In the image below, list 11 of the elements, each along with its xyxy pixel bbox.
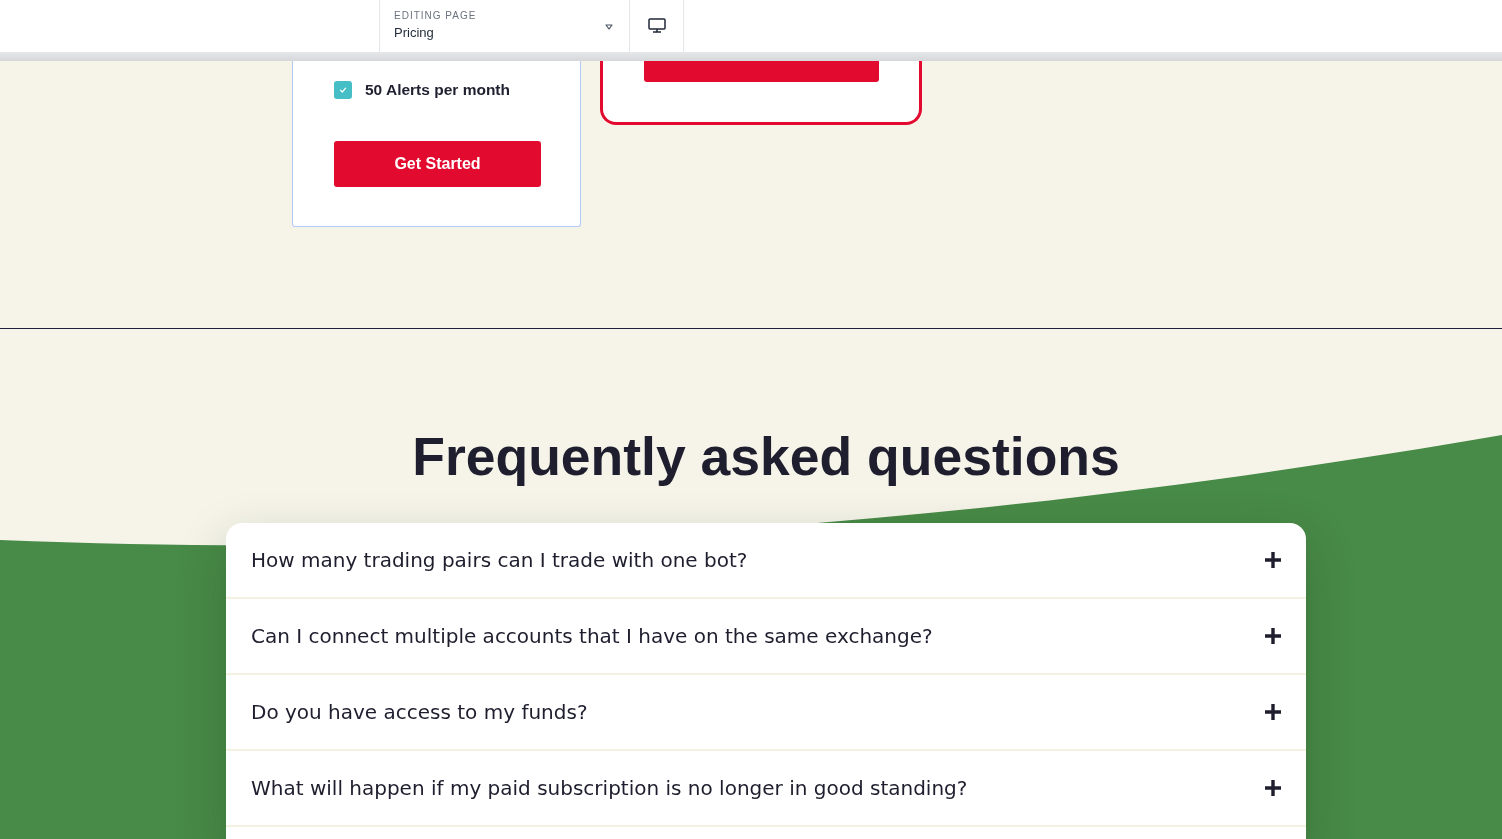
faq-question[interactable]: What will happen if my paid subscription is no longer in good standing? [226,751,1306,827]
get-started-button[interactable]: Get Started [334,141,541,187]
faq-heading: Frequently asked questions [411,427,1121,487]
caret-icon [605,23,613,30]
feature-text: 50 Alerts per month [365,81,510,99]
faq-question[interactable]: Can I connect multiple accounts that I have on the same exchange? [226,599,1306,675]
checkbox-icon[interactable] [334,81,352,99]
faq-question[interactable]: Do you have access to my funds? [226,675,1306,751]
faq-question[interactable]: How many trading pairs can I trade with one bot? [226,523,1306,599]
monitor-icon [647,17,666,33]
page-selector[interactable]: EDITING PAGE Pricing [379,0,630,52]
